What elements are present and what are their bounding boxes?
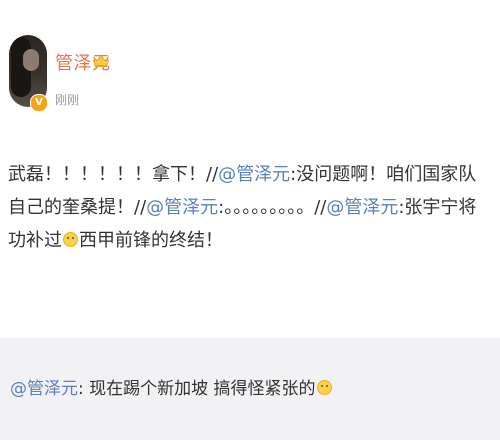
smile-emoji-icon [316, 380, 332, 395]
smile-emoji-icon [63, 232, 78, 247]
verified-v-badge-icon: V [30, 94, 48, 112]
post-timestamp: 刚刚 [55, 93, 80, 107]
post-text-segment: 武磊！！！！！！拿下！// [8, 164, 219, 185]
post-text-segment: :。。。。。。。。。// [218, 197, 327, 218]
crown-icon [93, 54, 109, 67]
avatar-face [23, 49, 39, 71]
repost-box[interactable]: @管泽元: 现在踢个新加坡 搞得怪紧张的 [0, 338, 500, 440]
repost-content: @管泽元: 现在踢个新加坡 搞得怪紧张的 [10, 374, 490, 399]
post-text-segment: 西甲前锋的终结！ [79, 230, 223, 251]
weibo-post-card: V 管泽元 刚刚 武磊！！！！！！拿下！//@管泽元:没问题啊！咱们国家队自己的… [0, 0, 500, 440]
repost-text: : 现在踢个新加坡 搞得怪紧张的 [78, 379, 316, 399]
mention-link[interactable]: @管泽元 [146, 197, 218, 218]
mention-link[interactable]: @管泽元 [326, 197, 398, 218]
mention-link[interactable]: @管泽元 [218, 164, 290, 185]
post-header: V 管泽元 刚刚 [0, 0, 500, 120]
repost-author-mention[interactable]: @管泽元 [10, 379, 78, 399]
post-content: 武磊！！！！！！拿下！//@管泽元:没问题啊！咱们国家队自己的奎桑提！//@管泽… [8, 158, 494, 257]
